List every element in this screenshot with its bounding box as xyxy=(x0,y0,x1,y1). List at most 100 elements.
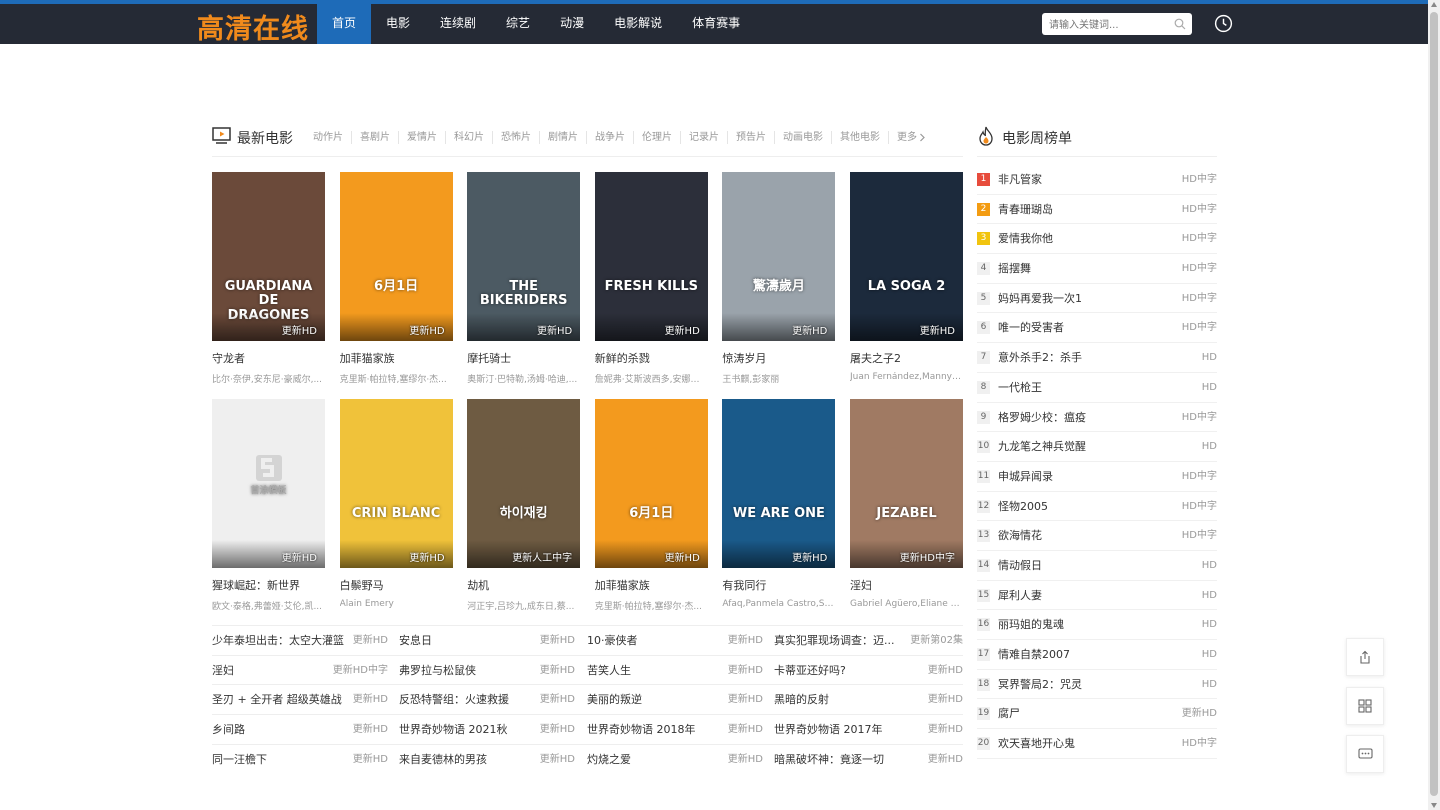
rank-item[interactable]: 20 欢天喜地开心鬼 HD中字 xyxy=(977,729,1217,759)
list-item-title[interactable]: 反恐特警组：火速救援 xyxy=(399,685,509,714)
category-link[interactable]: 爱情片 xyxy=(399,131,446,144)
movie-title[interactable]: 惊涛岁月 xyxy=(722,350,835,366)
list-item[interactable]: 少年泰坦出击：太空大灌篮 更新HD xyxy=(212,626,388,655)
category-link[interactable]: 恐怖片 xyxy=(493,131,540,144)
list-item[interactable]: 灼烧之爱 更新HD xyxy=(587,745,763,774)
rank-item[interactable]: 15 犀利人妻 HD xyxy=(977,581,1217,611)
list-item[interactable]: 安息日 更新HD xyxy=(399,626,575,655)
list-item-title[interactable]: 卡蒂亚还好吗? xyxy=(774,656,846,685)
list-item-title[interactable]: 美丽的叛逆 xyxy=(587,685,642,714)
movie-card[interactable]: JEZABEL 更新HD中字 淫妇 Gabriel Agüero,Eliane C..… xyxy=(850,399,963,609)
category-link[interactable]: 记录片 xyxy=(681,131,728,144)
movie-card[interactable]: FRESH KILLS 更新HD 新鲜的杀戮 詹妮弗·艾斯波西多,安娜贝... xyxy=(594,172,708,385)
list-item-title[interactable]: 10·豪侠者 xyxy=(587,626,638,655)
movie-poster[interactable]: 6月1日 更新HD xyxy=(339,172,453,341)
category-link[interactable]: 剧情片 xyxy=(540,131,587,144)
list-item-title[interactable]: 来自麦德林的男孩 xyxy=(399,745,487,774)
category-link[interactable]: 其他电影 xyxy=(832,131,889,144)
movie-card[interactable]: 驚濤歲月 更新HD 惊涛岁月 王书麒,彭家丽 xyxy=(722,172,836,385)
movie-poster[interactable]: THE BIKERIDERS 更新HD xyxy=(467,172,581,341)
list-item[interactable]: 10·豪侠者 更新HD xyxy=(587,626,763,655)
rank-item[interactable]: 1 非凡管家 HD中字 xyxy=(977,165,1217,195)
list-item-title[interactable]: 暗黑破坏神：竟逐一切 xyxy=(774,745,884,774)
movie-poster[interactable]: WE ARE ONE 更新HD xyxy=(722,399,836,568)
rank-item[interactable]: 6 唯一的受害者 HD中字 xyxy=(977,313,1217,344)
rank-item-title[interactable]: 丽玛姐的鬼魂 xyxy=(998,610,1064,639)
rank-item-title[interactable]: 欲海情花 xyxy=(998,521,1042,550)
movie-card[interactable]: 首涂模板 更新HD 猩球崛起：新世界 欧文·泰格,弗蕾娅·艾伦,凯... xyxy=(212,399,325,612)
search-input[interactable] xyxy=(1042,14,1162,37)
nav-home[interactable]: 首页 xyxy=(317,4,372,44)
movie-card[interactable]: THE BIKERIDERS 更新HD 摩托骑士 奥斯汀·巴特勒,汤姆·哈迪,... xyxy=(467,172,581,385)
rank-item[interactable]: 9 格罗姆少校：瘟疫 HD中字 xyxy=(977,403,1217,433)
nav-sports[interactable]: 体育赛事 xyxy=(677,4,755,44)
list-item-title[interactable]: 灼烧之爱 xyxy=(587,745,631,774)
rank-item[interactable]: 19 腐尸 更新HD xyxy=(977,699,1217,730)
movie-card[interactable]: 6月1日 更新HD 加菲猫家族 克里斯·帕拉特,塞缪尔·杰... xyxy=(339,172,453,385)
movie-title[interactable]: 白鬃野马 xyxy=(340,577,453,593)
rank-item-title[interactable]: 格罗姆少校：瘟疫 xyxy=(998,403,1086,432)
rank-item[interactable]: 17 情难自禁2007 HD xyxy=(977,640,1217,670)
category-link[interactable]: 动画电影 xyxy=(775,131,832,144)
category-link[interactable]: 战争片 xyxy=(587,131,634,144)
movie-poster[interactable]: 首涂模板 更新HD xyxy=(212,399,325,568)
movie-card[interactable]: 6月1日 更新HD 加菲猫家族 克里斯·帕拉特,塞缪尔·杰... xyxy=(594,399,708,612)
movie-title[interactable]: 摩托骑士 xyxy=(467,350,580,366)
rank-item[interactable]: 13 欲海情花 HD中字 xyxy=(977,521,1217,551)
rank-item[interactable]: 12 怪物2005 HD中字 xyxy=(977,492,1217,522)
list-item-title[interactable]: 乡间路 xyxy=(212,715,245,744)
list-item-title[interactable]: 同一汪檐下 xyxy=(212,745,267,774)
list-item-title[interactable]: 苦笑人生 xyxy=(587,656,631,685)
list-item[interactable]: 卡蒂亚还好吗? 更新HD xyxy=(774,656,963,685)
movie-poster[interactable]: JEZABEL 更新HD中字 xyxy=(850,399,963,568)
qrcode-button[interactable] xyxy=(1346,687,1384,725)
list-item[interactable]: 乡间路 更新HD xyxy=(212,715,388,744)
rank-item-title[interactable]: 腐尸 xyxy=(998,699,1020,728)
rank-item[interactable]: 5 妈妈再爱我一次1 HD中字 xyxy=(977,284,1217,314)
rank-item-title[interactable]: 意外杀手2：杀手 xyxy=(998,343,1082,372)
scrollbar-thumb[interactable] xyxy=(1430,12,1438,796)
rank-item[interactable]: 11 申城异闻录 HD中字 xyxy=(977,462,1217,492)
list-item[interactable]: 淫妇 更新HD中字 xyxy=(212,656,388,685)
list-item[interactable]: 苦笑人生 更新HD xyxy=(587,656,763,685)
rank-item[interactable]: 14 情动假日 HD xyxy=(977,551,1217,581)
rank-item-title[interactable]: 摇摆舞 xyxy=(998,254,1031,283)
more-link[interactable]: 更多 xyxy=(889,131,934,144)
movie-title[interactable]: 加菲猫家族 xyxy=(595,577,708,593)
list-item-title[interactable]: 世界奇妙物语 2017年 xyxy=(774,715,883,744)
movie-poster[interactable]: FRESH KILLS 更新HD xyxy=(594,172,708,341)
movie-title[interactable]: 加菲猫家族 xyxy=(340,350,453,366)
movie-title[interactable]: 猩球崛起：新世界 xyxy=(212,577,325,593)
movie-poster[interactable]: CRIN BLANC 更新HD xyxy=(339,399,453,568)
rank-item-title[interactable]: 情动假日 xyxy=(998,551,1042,580)
rank-item-title[interactable]: 爱情我你他 xyxy=(998,224,1053,253)
nav-anime[interactable]: 动漫 xyxy=(545,4,599,44)
list-item[interactable]: 世界奇妙物语 2021秋 更新HD xyxy=(399,715,575,744)
nav-series[interactable]: 连续剧 xyxy=(425,4,491,44)
movie-card[interactable]: LA SOGA 2 更新HD 屠夫之子2 Juan Fernández,Manny .… xyxy=(850,172,963,382)
rank-item-title[interactable]: 唯一的受害者 xyxy=(998,313,1064,342)
list-item-title[interactable]: 世界奇妙物语 2018年 xyxy=(587,715,696,744)
nav-movies[interactable]: 电影 xyxy=(371,4,425,44)
movie-card[interactable]: 하이재킹 更新人工中字 劫机 河正宇,吕珍九,成东日,蔡... xyxy=(467,399,581,612)
movie-card[interactable]: WE ARE ONE 更新HD 有我同行 Afaq,Panmela Castro,St… xyxy=(722,399,836,609)
rank-item[interactable]: 2 青春珊瑚岛 HD中字 xyxy=(977,195,1217,225)
list-item[interactable]: 黑暗的反射 更新HD xyxy=(774,685,963,714)
movie-poster[interactable]: GUARDIANA DE DRAGONES更新HD xyxy=(212,172,325,341)
list-item[interactable]: 真实犯罪现场调查：迈... 更新第02集 xyxy=(774,626,963,655)
movie-title[interactable]: 守龙者 xyxy=(212,350,325,366)
search-icon[interactable] xyxy=(1174,18,1186,30)
rank-item[interactable]: 10 九龙笔之神兵觉醒 HD xyxy=(977,432,1217,462)
movie-title[interactable]: 劫机 xyxy=(467,577,580,593)
rank-item-title[interactable]: 九龙笔之神兵觉醒 xyxy=(998,432,1086,461)
movie-card[interactable]: GUARDIANA DE DRAGONES更新HD 守龙者比尔·奈伊,安东尼·豪威… xyxy=(212,172,325,385)
rank-item-title[interactable]: 非凡管家 xyxy=(998,165,1042,194)
list-item[interactable]: 弗罗拉与松鼠侠 更新HD xyxy=(399,656,575,685)
scroll-up-arrow-icon[interactable] xyxy=(1431,2,1437,7)
nav-variety[interactable]: 综艺 xyxy=(491,4,545,44)
page-scrollbar[interactable] xyxy=(1428,0,1440,810)
scroll-down-arrow-icon[interactable] xyxy=(1431,803,1437,808)
rank-item-title[interactable]: 怪物2005 xyxy=(998,492,1048,521)
category-link[interactable]: 预告片 xyxy=(728,131,775,144)
feedback-button[interactable] xyxy=(1346,735,1384,773)
